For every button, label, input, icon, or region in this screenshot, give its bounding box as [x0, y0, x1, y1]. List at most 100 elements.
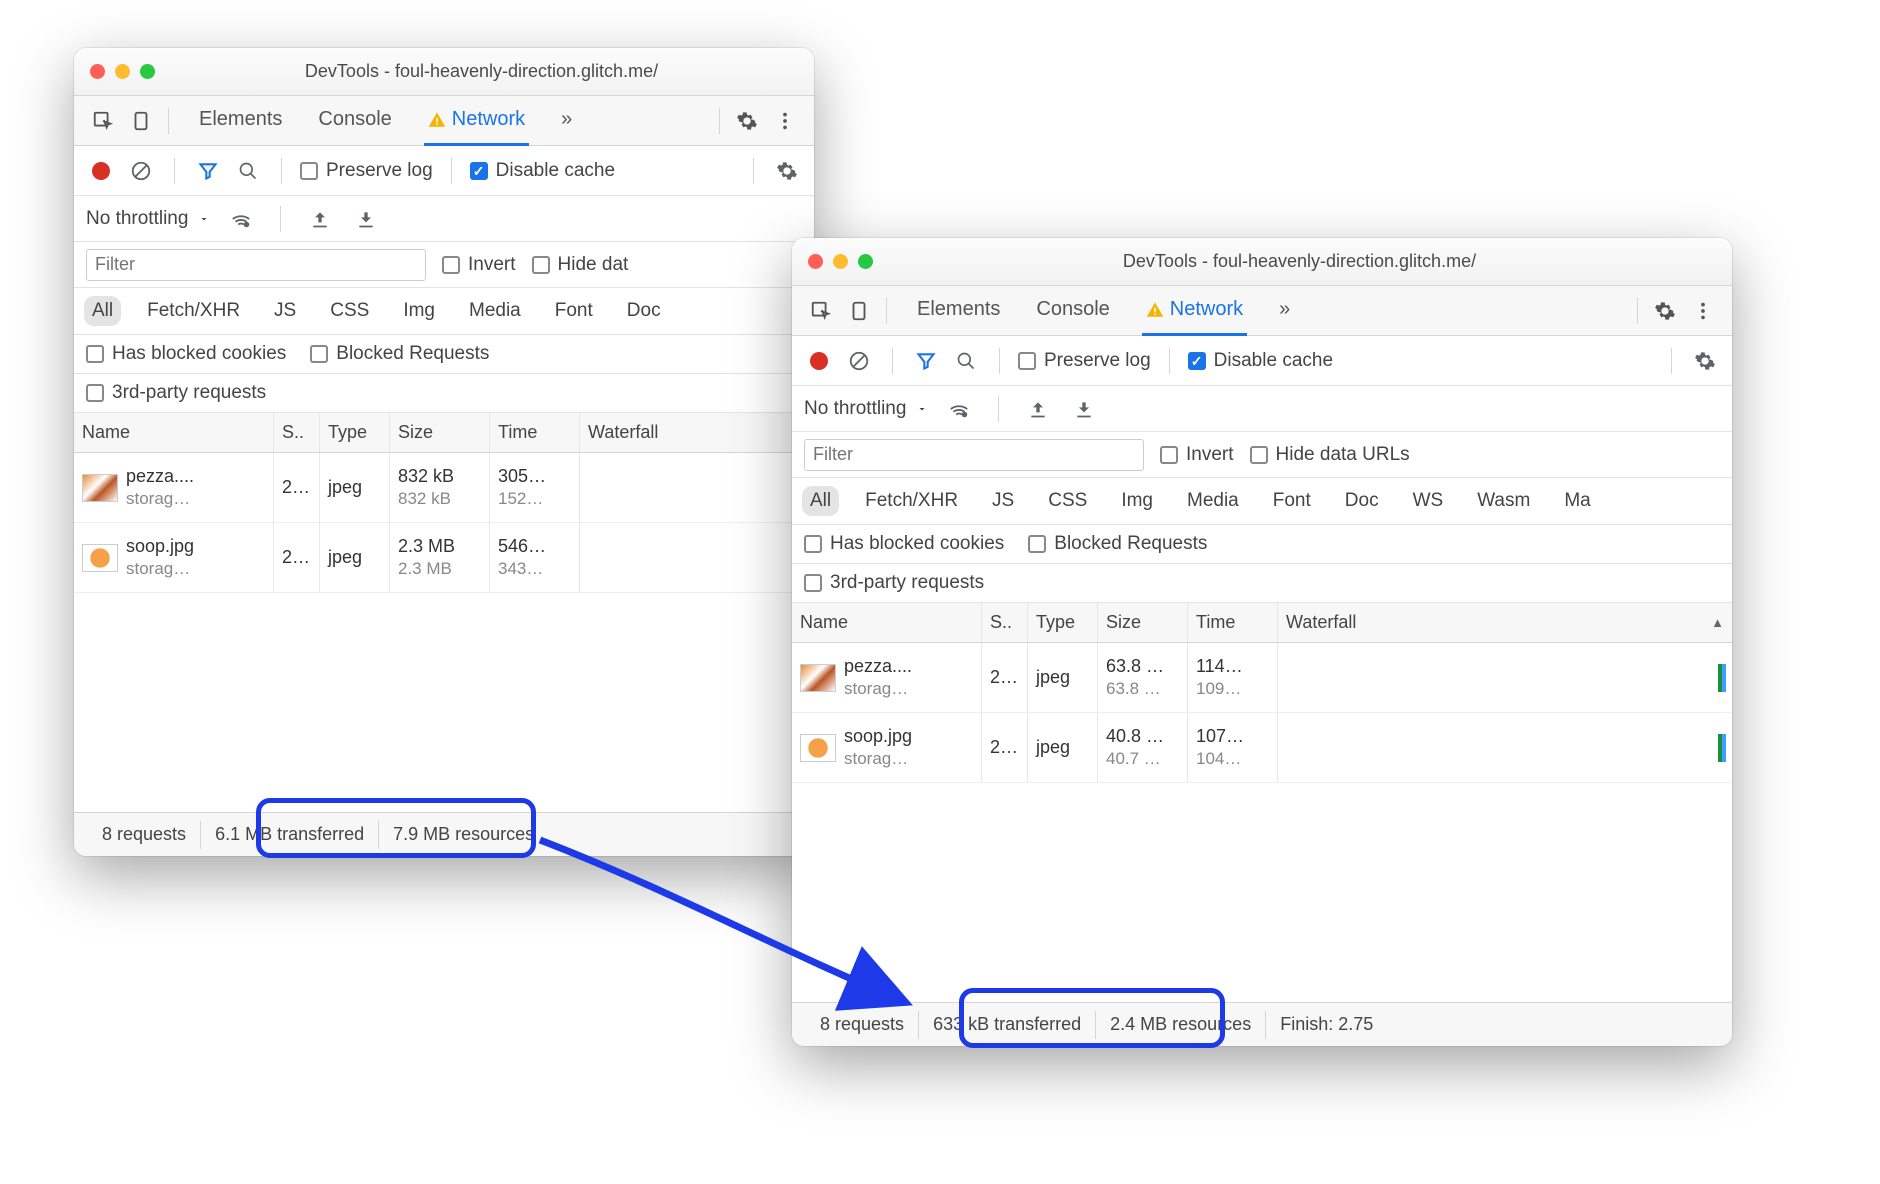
request-status: 2…: [274, 453, 320, 522]
thumbnail-icon: [800, 664, 836, 692]
filter-row: Invert Hide data URLs: [792, 432, 1732, 478]
network-conditions-icon[interactable]: [226, 204, 256, 234]
network-settings-icon[interactable]: [772, 156, 802, 186]
ftype-wasm[interactable]: Wasm: [1469, 486, 1538, 516]
inspect-icon[interactable]: [802, 292, 840, 330]
invert-checkbox[interactable]: Invert: [442, 254, 516, 276]
settings-icon[interactable]: [1646, 292, 1684, 330]
filter-icon[interactable]: [193, 156, 223, 186]
tab-console[interactable]: Console: [314, 97, 395, 146]
tab-elements[interactable]: Elements: [913, 287, 1004, 336]
col-waterfall[interactable]: Waterfall▲: [1278, 603, 1732, 642]
close-button[interactable]: [808, 254, 823, 269]
ftype-all[interactable]: All: [84, 296, 121, 326]
tab-console[interactable]: Console: [1032, 287, 1113, 336]
ftype-font[interactable]: Font: [547, 296, 601, 326]
col-waterfall[interactable]: Waterfall: [580, 413, 814, 452]
clear-icon[interactable]: [844, 346, 874, 376]
ftype-js[interactable]: JS: [984, 486, 1022, 516]
record-button[interactable]: [86, 156, 116, 186]
upload-har-icon[interactable]: [305, 204, 335, 234]
hide-data-urls-checkbox[interactable]: Hide data URLs: [1250, 444, 1410, 466]
filter-input[interactable]: [804, 439, 1144, 471]
clear-icon[interactable]: [126, 156, 156, 186]
ftype-doc[interactable]: Doc: [1337, 486, 1387, 516]
ftype-css[interactable]: CSS: [1040, 486, 1095, 516]
inspect-icon[interactable]: [84, 102, 122, 140]
col-size[interactable]: Size: [390, 413, 490, 452]
zoom-button[interactable]: [140, 64, 155, 79]
download-har-icon[interactable]: [351, 204, 381, 234]
ftype-all[interactable]: All: [802, 486, 839, 516]
minimize-button[interactable]: [115, 64, 130, 79]
ftype-doc[interactable]: Doc: [619, 296, 669, 326]
invert-checkbox[interactable]: Invert: [1160, 444, 1234, 466]
ftype-manifest[interactable]: Ma: [1556, 486, 1598, 516]
settings-icon[interactable]: [728, 102, 766, 140]
device-icon[interactable]: [122, 102, 160, 140]
table-row[interactable]: soop.jpg storag… 2… jpeg 40.8 …40.7 … 10…: [792, 713, 1732, 783]
ftype-ws[interactable]: WS: [1405, 486, 1452, 516]
tab-network[interactable]: Network: [1142, 287, 1247, 336]
tab-elements[interactable]: Elements: [195, 97, 286, 146]
col-name[interactable]: Name: [792, 603, 982, 642]
disable-cache-checkbox[interactable]: Disable cache: [1188, 350, 1333, 372]
ftype-media[interactable]: Media: [461, 296, 529, 326]
chevron-down-icon: [198, 213, 210, 225]
filter-input[interactable]: [86, 249, 426, 281]
tabs-overflow[interactable]: »: [557, 97, 576, 146]
download-har-icon[interactable]: [1069, 394, 1099, 424]
record-button[interactable]: [804, 346, 834, 376]
preserve-log-checkbox[interactable]: Preserve log: [300, 160, 433, 182]
throttling-select[interactable]: No throttling: [86, 208, 210, 230]
device-icon[interactable]: [840, 292, 878, 330]
ftype-css[interactable]: CSS: [322, 296, 377, 326]
disable-cache-checkbox[interactable]: Disable cache: [470, 160, 615, 182]
warning-icon: [428, 111, 446, 129]
tabs-overflow[interactable]: »: [1275, 287, 1294, 336]
col-type[interactable]: Type: [320, 413, 390, 452]
network-conditions-icon[interactable]: [944, 394, 974, 424]
ftype-fetch[interactable]: Fetch/XHR: [857, 486, 966, 516]
preserve-log-checkbox[interactable]: Preserve log: [1018, 350, 1151, 372]
search-icon[interactable]: [951, 346, 981, 376]
hide-data-urls-checkbox[interactable]: Hide dat: [532, 254, 629, 276]
col-status[interactable]: S..: [274, 413, 320, 452]
third-party-checkbox[interactable]: 3rd-party requests: [804, 572, 984, 594]
zoom-button[interactable]: [858, 254, 873, 269]
more-menu-icon[interactable]: [766, 102, 804, 140]
col-type[interactable]: Type: [1028, 603, 1098, 642]
ftype-img[interactable]: Img: [395, 296, 443, 326]
has-blocked-cookies-checkbox[interactable]: Has blocked cookies: [804, 533, 1004, 555]
col-size[interactable]: Size: [1098, 603, 1188, 642]
has-blocked-cookies-checkbox[interactable]: Has blocked cookies: [86, 343, 286, 365]
request-type: jpeg: [320, 453, 390, 522]
col-name[interactable]: Name: [74, 413, 274, 452]
col-status[interactable]: S..: [982, 603, 1028, 642]
network-toolbar: Preserve log Disable cache: [74, 146, 814, 196]
upload-har-icon[interactable]: [1023, 394, 1053, 424]
filter-icon[interactable]: [911, 346, 941, 376]
col-time[interactable]: Time: [1188, 603, 1278, 642]
throttling-select[interactable]: No throttling: [804, 398, 928, 420]
close-button[interactable]: [90, 64, 105, 79]
network-settings-icon[interactable]: [1690, 346, 1720, 376]
devtools-tabstrip: Elements Console Network »: [74, 96, 814, 146]
minimize-button[interactable]: [833, 254, 848, 269]
ftype-font[interactable]: Font: [1265, 486, 1319, 516]
ftype-fetch[interactable]: Fetch/XHR: [139, 296, 248, 326]
ftype-media[interactable]: Media: [1179, 486, 1247, 516]
table-row[interactable]: pezza.... storag… 2… jpeg 832 kB832 kB 3…: [74, 453, 814, 523]
network-table-header: Name S.. Type Size Time Waterfall▲: [792, 603, 1732, 643]
ftype-js[interactable]: JS: [266, 296, 304, 326]
third-party-checkbox[interactable]: 3rd-party requests: [86, 382, 266, 404]
ftype-img[interactable]: Img: [1113, 486, 1161, 516]
blocked-requests-checkbox[interactable]: Blocked Requests: [1028, 533, 1207, 555]
col-time[interactable]: Time: [490, 413, 580, 452]
more-menu-icon[interactable]: [1684, 292, 1722, 330]
tab-network[interactable]: Network: [424, 97, 529, 146]
table-row[interactable]: pezza.... storag… 2… jpeg 63.8 …63.8 … 1…: [792, 643, 1732, 713]
blocked-requests-checkbox[interactable]: Blocked Requests: [310, 343, 489, 365]
table-row[interactable]: soop.jpg storag… 2… jpeg 2.3 MB2.3 MB 54…: [74, 523, 814, 593]
search-icon[interactable]: [233, 156, 263, 186]
